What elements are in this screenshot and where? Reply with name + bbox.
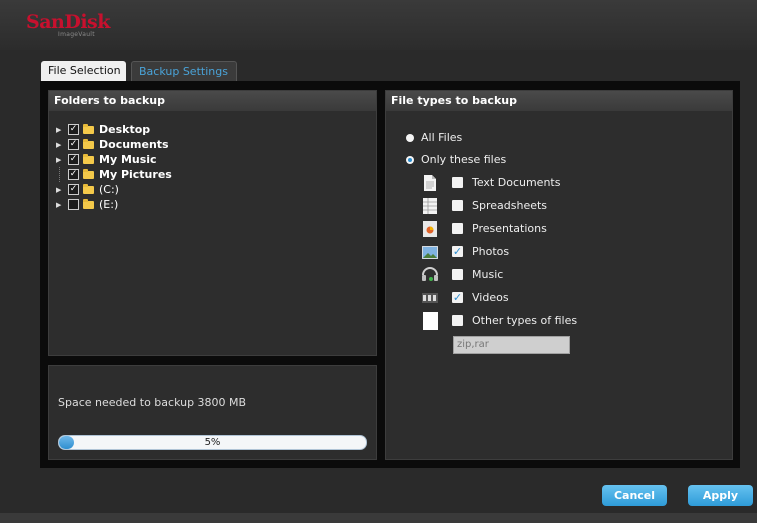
tab-backup-settings[interactable]: Backup Settings xyxy=(131,61,237,82)
tree-item-label: Documents xyxy=(99,138,169,151)
all-files-radio[interactable] xyxy=(406,134,414,142)
tree-item-label: (E:) xyxy=(99,198,119,211)
tree-item-my-music[interactable]: ▶ ✓ My Music xyxy=(56,152,172,167)
text-document-icon xyxy=(422,174,438,192)
blank-file-icon xyxy=(422,312,438,330)
folder-icon xyxy=(83,198,94,209)
filetype-label: Text Documents xyxy=(472,176,561,189)
filetype-label: Photos xyxy=(472,245,510,258)
filetype-label: Presentations xyxy=(472,222,547,235)
filetype-label: Videos xyxy=(472,291,509,304)
tree-item-drive-e[interactable]: ▶ (E:) xyxy=(56,197,172,212)
product-name: ImageVault xyxy=(58,31,95,38)
expand-arrow-icon[interactable]: ▶ xyxy=(56,141,66,149)
folder-icon xyxy=(83,153,94,164)
filetype-label: Other types of files xyxy=(472,314,578,327)
filetype-checkbox[interactable] xyxy=(452,200,463,211)
presentation-icon xyxy=(422,220,438,238)
tree-item-desktop[interactable]: ▶ ✓ Desktop xyxy=(56,122,172,137)
filetype-row-music[interactable]: Music xyxy=(422,266,722,284)
folder-checkbox[interactable]: ✓ xyxy=(68,184,79,195)
apply-button[interactable]: Apply xyxy=(688,485,753,506)
only-these-files-radio[interactable] xyxy=(406,156,414,164)
file-types-panel-title: File types to backup xyxy=(386,91,732,111)
filetype-checkbox[interactable] xyxy=(452,177,463,188)
tree-item-drive-c[interactable]: ▶ ✓ (C:) xyxy=(56,182,172,197)
title-bar: SanDisk ImageVault xyxy=(0,0,757,50)
folder-icon xyxy=(83,168,94,179)
filetype-row-other[interactable]: Other types of files xyxy=(422,312,722,330)
folders-panel-title: Folders to backup xyxy=(49,91,376,111)
photo-icon xyxy=(422,243,438,261)
filetype-label: Music xyxy=(472,268,504,281)
tree-item-label: My Music xyxy=(99,153,157,166)
file-types-panel: File types to backup All Files Only thes… xyxy=(385,90,733,460)
expand-arrow-icon[interactable]: ▶ xyxy=(56,156,66,164)
filetype-label: Spreadsheets xyxy=(472,199,548,212)
tree-item-label: My Pictures xyxy=(99,168,172,181)
tree-item-my-pictures[interactable]: ✓ My Pictures xyxy=(56,167,172,182)
music-icon xyxy=(422,266,438,284)
filetype-checkbox[interactable]: ✓ xyxy=(452,246,463,257)
progress-percent: 5% xyxy=(204,437,221,448)
all-files-label: All Files xyxy=(421,131,463,144)
folder-checkbox[interactable]: ✓ xyxy=(68,169,79,180)
tab-content: Folders to backup ▶ ✓ Desktop ▶ ✓ Docume… xyxy=(40,81,740,468)
filetype-row-text-documents[interactable]: Text Documents xyxy=(422,174,722,192)
expand-arrow-icon[interactable]: ▶ xyxy=(56,126,66,134)
folder-checkbox[interactable]: ✓ xyxy=(68,154,79,165)
only-these-files-label: Only these files xyxy=(421,153,507,166)
filetype-row-presentations[interactable]: Presentations xyxy=(422,220,722,238)
tree-item-documents[interactable]: ▶ ✓ Documents xyxy=(56,137,172,152)
filetype-row-spreadsheets[interactable]: Spreadsheets xyxy=(422,197,722,215)
expand-arrow-icon[interactable]: ▶ xyxy=(56,186,66,194)
cancel-button[interactable]: Cancel xyxy=(602,485,667,506)
sandisk-logo: SanDisk xyxy=(26,11,110,33)
tab-file-selection[interactable]: File Selection xyxy=(41,61,126,81)
spreadsheet-icon xyxy=(422,197,438,215)
other-extensions-input[interactable]: zip,rar xyxy=(453,336,570,354)
filetype-checkbox[interactable]: ✓ xyxy=(452,292,463,303)
bottom-strip xyxy=(0,513,757,523)
folder-checkbox[interactable]: ✓ xyxy=(68,139,79,150)
filetype-row-photos[interactable]: ✓ Photos xyxy=(422,243,722,261)
expand-arrow-icon[interactable]: ▶ xyxy=(56,201,66,209)
filetype-checkbox[interactable] xyxy=(452,223,463,234)
filetype-checkbox[interactable] xyxy=(452,269,463,280)
backup-progress-bar: 5% xyxy=(58,435,367,450)
space-panel: Space needed to backup 3800 MB 5% xyxy=(48,365,377,460)
folder-checkbox[interactable] xyxy=(68,199,79,210)
folder-icon xyxy=(83,123,94,134)
folder-icon xyxy=(83,138,94,149)
filetype-row-videos[interactable]: ✓ Videos xyxy=(422,289,722,307)
folders-panel: Folders to backup ▶ ✓ Desktop ▶ ✓ Docume… xyxy=(48,90,377,356)
space-needed-text: Space needed to backup 3800 MB xyxy=(58,396,247,409)
filetype-checkbox[interactable] xyxy=(452,315,463,326)
video-icon xyxy=(422,289,438,307)
folder-checkbox[interactable]: ✓ xyxy=(68,124,79,135)
folder-tree: ▶ ✓ Desktop ▶ ✓ Documents ▶ ✓ My Music ✓ xyxy=(56,122,172,212)
tree-item-label: (C:) xyxy=(99,183,119,196)
tree-item-label: Desktop xyxy=(99,123,151,136)
folder-icon xyxy=(83,183,94,194)
